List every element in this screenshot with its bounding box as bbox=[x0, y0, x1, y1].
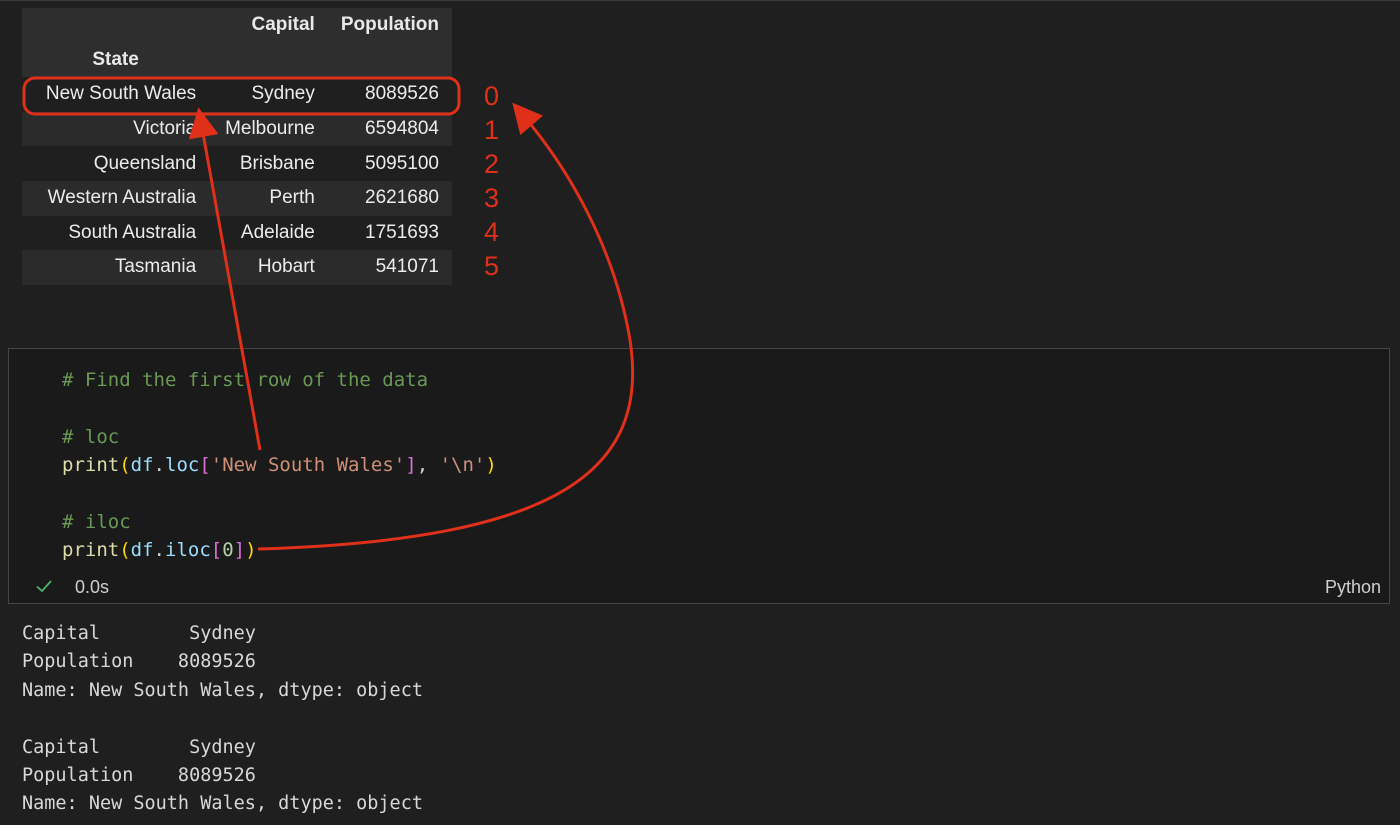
code-dot: . bbox=[153, 539, 165, 562]
header-blank bbox=[209, 43, 328, 78]
header-state: State bbox=[92, 48, 139, 70]
output-line: Capital Sydney bbox=[22, 623, 256, 644]
output-line: Capital Sydney bbox=[22, 736, 256, 758]
cell-state: Queensland bbox=[93, 152, 197, 174]
code-dot: . bbox=[153, 454, 165, 477]
table-header-row: Capital Population bbox=[22, 8, 452, 43]
code-comma: , bbox=[416, 454, 440, 477]
cell-output: Capital Sydney Population 8089526 Name: … bbox=[22, 620, 423, 819]
dataframe-table: Capital Population State New South Wales… bbox=[22, 8, 452, 285]
header-population: Population bbox=[340, 14, 439, 36]
code-comment: # Find the first row of the data bbox=[62, 369, 429, 391]
code-line: # loc bbox=[62, 423, 497, 451]
code-line: print(df.iloc[0]) bbox=[62, 536, 497, 564]
code-number: 0 bbox=[222, 539, 234, 562]
cell-population: 8089526 bbox=[365, 83, 439, 105]
cell-state: New South Wales bbox=[45, 83, 197, 105]
row-index-label: 2 bbox=[484, 149, 500, 179]
cell-capital: Hobart bbox=[257, 256, 315, 278]
code-var: df bbox=[130, 454, 154, 477]
code-paren: ( bbox=[119, 539, 131, 562]
code-bracket: [ bbox=[199, 454, 211, 477]
table-row: Western Australia Perth 2621680 bbox=[22, 180, 452, 216]
code-line: # Find the first row of the data bbox=[62, 366, 497, 394]
cell-population: 6594804 bbox=[365, 118, 439, 140]
header-capital: Capital bbox=[251, 14, 315, 36]
cell-capital: Melbourne bbox=[225, 118, 315, 140]
output-line: Population 8089526 bbox=[22, 651, 256, 673]
cell-state: Tasmania bbox=[114, 256, 197, 278]
code-paren: ) bbox=[245, 539, 257, 562]
row-index-label: 5 bbox=[484, 251, 500, 281]
code-attr: loc bbox=[165, 454, 200, 477]
kernel-language[interactable]: Python bbox=[1325, 577, 1381, 598]
code-paren: ( bbox=[119, 454, 131, 477]
header-blank bbox=[22, 8, 209, 43]
cell-population: 1751693 bbox=[365, 221, 439, 243]
row-index-label: 4 bbox=[484, 217, 500, 247]
table-row: Queensland Brisbane 5095100 bbox=[22, 146, 452, 181]
cell-capital: Brisbane bbox=[239, 152, 315, 174]
table-index-header-row: State bbox=[22, 42, 452, 78]
code-var: df bbox=[130, 539, 154, 562]
table-row: Tasmania Hobart 541071 bbox=[22, 250, 452, 285]
code-attr: iloc bbox=[165, 539, 211, 562]
cell-population: 5095100 bbox=[365, 152, 439, 174]
code-comment: # loc bbox=[62, 425, 120, 448]
code-bracket: ] bbox=[405, 454, 417, 477]
checkmark-icon bbox=[35, 577, 53, 595]
output-line: Name: New South Wales, dtype: object bbox=[22, 679, 423, 701]
cell-capital: Perth bbox=[269, 187, 315, 209]
row-index-label: 0 bbox=[484, 81, 500, 111]
code-paren: ) bbox=[485, 454, 497, 477]
code-line: print(df.loc['New South Wales'], '\n') bbox=[62, 451, 497, 479]
code-editor[interactable]: # Find the first row of the data # loc p… bbox=[62, 366, 497, 565]
code-func: print bbox=[62, 539, 120, 562]
cell-state: Western Australia bbox=[47, 187, 197, 209]
cell-state: Victoria bbox=[133, 118, 197, 140]
code-string: 'New South Wales' bbox=[210, 454, 406, 477]
cell-capital: Sydney bbox=[251, 83, 315, 105]
output-line: Population 8089526 bbox=[22, 764, 256, 786]
table-row: South Australia Adelaide 1751693 bbox=[22, 215, 452, 251]
code-bracket: ] bbox=[233, 539, 246, 562]
cell-population: 541071 bbox=[375, 256, 439, 278]
cell-state: South Australia bbox=[68, 221, 197, 243]
cell-population: 2621680 bbox=[365, 187, 439, 209]
code-func: print bbox=[62, 454, 120, 477]
code-bracket: [ bbox=[210, 539, 223, 562]
header-blank bbox=[328, 43, 452, 78]
table-row: Victoria Melbourne 6594804 bbox=[22, 111, 452, 147]
top-divider bbox=[0, 0, 1400, 1]
code-cell[interactable]: # Find the first row of the data # loc p… bbox=[8, 348, 1390, 604]
row-index-label: 1 bbox=[484, 115, 500, 145]
output-line: Name: New South Wales, dtype: object bbox=[22, 793, 423, 815]
execution-time: 0.0s bbox=[75, 577, 110, 597]
cell-capital: Adelaide bbox=[240, 221, 315, 243]
row-index-label: 3 bbox=[484, 183, 500, 213]
code-line: # iloc bbox=[62, 508, 497, 536]
output-line-blank bbox=[22, 705, 423, 733]
code-string: '\n' bbox=[439, 454, 486, 477]
code-comment: # iloc bbox=[62, 510, 131, 533]
table-row: New South Wales Sydney 8089526 bbox=[22, 77, 452, 112]
